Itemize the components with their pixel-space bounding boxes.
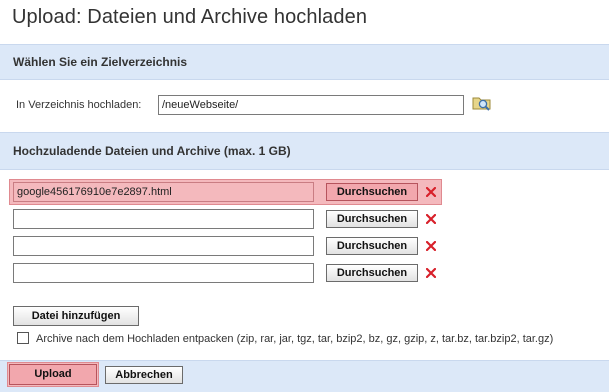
upload-button[interactable]: Upload <box>9 364 97 385</box>
browse-button[interactable]: Durchsuchen <box>326 237 418 255</box>
target-directory-label: In Verzeichnis hochladen: <box>16 99 142 111</box>
extract-archives-label: Archive nach dem Hochladen entpacken (zi… <box>36 333 554 345</box>
folder-search-icon[interactable] <box>472 94 492 112</box>
files-section-heading: Hochzuladende Dateien und Archive (max. … <box>13 144 291 158</box>
target-section-header: Wählen Sie ein Zielverzeichnis <box>0 44 609 80</box>
browse-button[interactable]: Durchsuchen <box>326 210 418 228</box>
remove-file-icon[interactable] <box>426 241 436 251</box>
files-section-header: Hochzuladende Dateien und Archive (max. … <box>0 132 609 170</box>
page-title: Upload: Dateien und Archive hochladen <box>12 6 368 28</box>
browse-button[interactable]: Durchsuchen <box>326 183 418 201</box>
target-directory-input[interactable] <box>158 95 464 115</box>
remove-file-icon[interactable] <box>426 187 436 197</box>
remove-file-icon[interactable] <box>426 268 436 278</box>
file-input[interactable] <box>13 263 314 283</box>
target-section-heading: Wählen Sie ein Zielverzeichnis <box>13 55 188 69</box>
extract-archives-checkbox[interactable] <box>17 332 29 344</box>
browse-button[interactable]: Durchsuchen <box>326 264 418 282</box>
file-input[interactable] <box>13 236 314 256</box>
add-file-button[interactable]: Datei hinzufügen <box>13 306 139 326</box>
cancel-button[interactable]: Abbrechen <box>105 366 183 384</box>
file-input[interactable] <box>13 182 314 202</box>
remove-file-icon[interactable] <box>426 214 436 224</box>
file-input[interactable] <box>13 209 314 229</box>
